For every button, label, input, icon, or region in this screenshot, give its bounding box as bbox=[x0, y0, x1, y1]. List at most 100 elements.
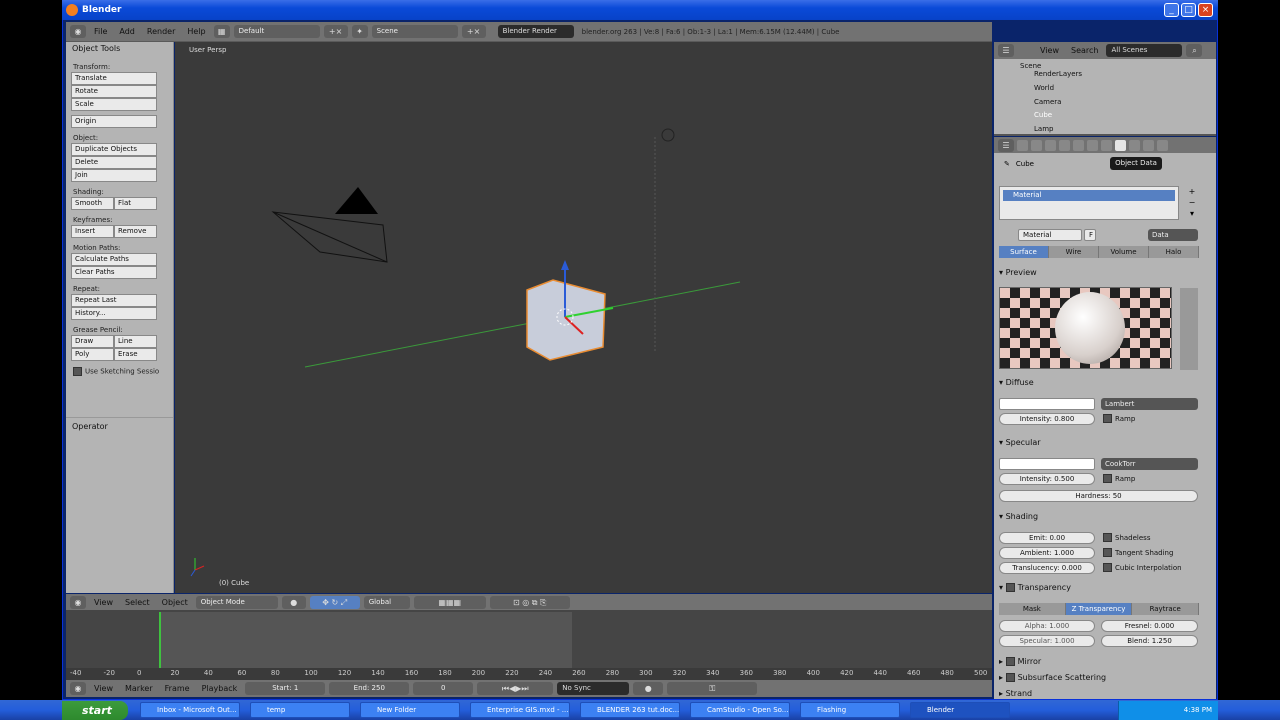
rotate-button[interactable]: Rotate bbox=[71, 85, 157, 98]
cubic-interpolation-checkbox[interactable]: Cubic Interpolation bbox=[1103, 563, 1182, 572]
outliner-menu-search[interactable]: Search bbox=[1067, 46, 1102, 55]
diffuse-shader-select[interactable]: Lambert bbox=[1101, 398, 1198, 410]
shading-select-icon[interactable]: ● bbox=[281, 595, 306, 609]
diffuse-panel-title[interactable]: ▾ Diffuse bbox=[999, 378, 1034, 387]
specular-ramp-checkbox[interactable]: Ramp bbox=[1103, 474, 1135, 483]
window-titlebar[interactable]: Blender bbox=[62, 0, 1218, 20]
tab-mask[interactable]: Mask bbox=[999, 603, 1066, 615]
outliner-editor-type-icon[interactable]: ☰ bbox=[998, 44, 1014, 57]
world-tab-icon[interactable] bbox=[1045, 139, 1056, 151]
layout-add-remove-icon[interactable]: +× bbox=[323, 25, 348, 38]
material-name-field[interactable]: Material bbox=[1018, 229, 1082, 241]
emit-field[interactable]: Emit: 0.00 bbox=[999, 532, 1095, 544]
task-enterprise-gis[interactable]: Enterprise GIS.mxd - ... bbox=[470, 702, 570, 718]
current-frame-field[interactable]: 0 bbox=[413, 682, 474, 695]
layers-grid-icon[interactable]: ▦▦▦ bbox=[413, 595, 486, 609]
minimize-icon[interactable]: _ bbox=[1164, 3, 1179, 17]
outliner-item-lamp[interactable]: Lamp bbox=[1034, 122, 1053, 135]
object-tab-icon[interactable] bbox=[1059, 139, 1070, 151]
current-frame-marker[interactable] bbox=[159, 612, 161, 670]
scene-add-remove-icon[interactable]: +× bbox=[461, 25, 486, 38]
material-tab-icon[interactable] bbox=[1115, 139, 1126, 151]
layout-select[interactable]: Default bbox=[233, 25, 320, 38]
diffuse-intensity-slider[interactable]: Intensity: 0.800 bbox=[999, 413, 1095, 425]
end-frame-field[interactable]: End: 250 bbox=[329, 682, 410, 695]
specular-panel-title[interactable]: ▾ Specular bbox=[999, 438, 1041, 447]
snap-tools-icons[interactable]: ⊡ ◎ ⧉ ⎘ bbox=[489, 595, 570, 609]
properties-editor-type-icon[interactable]: ☰ bbox=[998, 138, 1014, 152]
outliner-item-cube[interactable]: Cube bbox=[1034, 108, 1052, 121]
tool-shelf-title[interactable]: Object Tools bbox=[66, 42, 173, 55]
origin-button[interactable]: Origin bbox=[71, 115, 157, 128]
modifiers-tab-icon[interactable] bbox=[1087, 139, 1098, 151]
tab-surface[interactable]: Surface bbox=[999, 246, 1049, 258]
outliner-scope-select[interactable]: All Scenes bbox=[1106, 44, 1183, 57]
join-button[interactable]: Join bbox=[71, 169, 157, 182]
menu-select[interactable]: Select bbox=[121, 598, 154, 607]
shadeless-checkbox[interactable]: Shadeless bbox=[1103, 533, 1150, 542]
shading-panel-title[interactable]: ▾ Shading bbox=[999, 512, 1038, 521]
duplicate-objects-button[interactable]: Duplicate Objects bbox=[71, 143, 157, 156]
task-word-doc[interactable]: BLENDER 263 tut.doc... bbox=[580, 702, 680, 718]
start-frame-field[interactable]: Start: 1 bbox=[245, 682, 326, 695]
render-tab-icon[interactable] bbox=[1017, 139, 1028, 151]
timeline-menu-marker[interactable]: Marker bbox=[121, 684, 157, 693]
object-data-tab-icon[interactable] bbox=[1101, 139, 1112, 151]
clear-paths-button[interactable]: Clear Paths bbox=[71, 266, 157, 279]
outliner-item-renderlayers[interactable]: RenderLayers bbox=[1034, 67, 1082, 80]
3d-viewport[interactable]: User Persp (0) Cube bbox=[175, 42, 992, 593]
mode-select[interactable]: Object Mode bbox=[195, 595, 278, 609]
transparency-panel-title[interactable]: ▾ Transparency bbox=[999, 583, 1071, 592]
diffuse-color-swatch[interactable] bbox=[999, 398, 1095, 410]
task-flashing[interactable]: Flashing bbox=[800, 702, 900, 718]
task-outlook[interactable]: Inbox - Microsoft Out... bbox=[140, 702, 240, 718]
texture-tab-icon[interactable] bbox=[1129, 139, 1140, 151]
3d-editor-type-icon[interactable]: ◉ bbox=[70, 595, 86, 609]
menu-render[interactable]: Render bbox=[143, 27, 179, 36]
tab-raytrace[interactable]: Raytrace bbox=[1132, 603, 1200, 615]
blend-field[interactable]: Blend: 1.250 bbox=[1101, 635, 1198, 647]
scene-select[interactable]: Scene bbox=[371, 25, 458, 38]
pin-icon[interactable]: ✎ bbox=[1004, 160, 1010, 168]
scene-tab-icon[interactable] bbox=[1031, 139, 1042, 151]
timeline-editor[interactable]: -40 -20 0 20 40 60 80 100 120 140 160 180 200 220 240 2… bbox=[66, 610, 992, 680]
particles-tab-icon[interactable] bbox=[1143, 139, 1154, 151]
diffuse-ramp-checkbox[interactable]: Ramp bbox=[1103, 414, 1135, 423]
preview-type-buttons[interactable] bbox=[1180, 288, 1198, 370]
orientation-select[interactable]: Global bbox=[363, 595, 410, 609]
link-select[interactable]: Data bbox=[1148, 229, 1198, 241]
maximize-icon[interactable]: □ bbox=[1181, 3, 1196, 17]
menu-view[interactable]: View bbox=[90, 598, 117, 607]
menu-object[interactable]: Object bbox=[158, 598, 192, 607]
constraints-tab-icon[interactable] bbox=[1073, 139, 1084, 151]
timeline-menu-frame[interactable]: Frame bbox=[161, 684, 194, 693]
scale-button[interactable]: Scale bbox=[71, 98, 157, 111]
tangent-shading-checkbox[interactable]: Tangent Shading bbox=[1103, 548, 1173, 557]
preview-panel-title[interactable]: ▾ Preview bbox=[999, 268, 1037, 277]
poly-button[interactable]: Poly bbox=[71, 348, 114, 361]
sss-panel-title[interactable]: ▸ Subsurface Scattering bbox=[999, 673, 1106, 682]
outliner-search-icon[interactable]: ⌕ bbox=[1186, 44, 1203, 57]
outliner-menu-view[interactable]: View bbox=[1036, 46, 1063, 55]
repeat-last-button[interactable]: Repeat Last bbox=[71, 294, 157, 307]
erase-button[interactable]: Erase bbox=[114, 348, 157, 361]
draw-button[interactable]: Draw bbox=[71, 335, 114, 348]
insert-keyframe-button[interactable]: Insert bbox=[71, 225, 114, 238]
tab-z-transparency[interactable]: Z Transparency bbox=[1065, 603, 1133, 615]
task-new-folder[interactable]: New Folder bbox=[360, 702, 460, 718]
render-engine-select[interactable]: Blender Render bbox=[497, 25, 574, 38]
ambient-field[interactable]: Ambient: 1.000 bbox=[999, 547, 1095, 559]
specular-intensity-slider[interactable]: Intensity: 0.500 bbox=[999, 473, 1095, 485]
material-slot-list[interactable]: Material bbox=[999, 186, 1179, 220]
slot-add-remove-icons[interactable]: + − ▾ bbox=[1186, 186, 1198, 220]
editor-type-icon[interactable]: ◉ bbox=[70, 25, 86, 38]
playback-controls-icon[interactable]: ⏮◀▶⏭ bbox=[477, 682, 554, 695]
smooth-button[interactable]: Smooth bbox=[71, 197, 114, 210]
start-button[interactable]: start bbox=[62, 701, 128, 720]
translate-button[interactable]: Translate bbox=[71, 72, 157, 85]
sketching-checkbox[interactable] bbox=[73, 367, 82, 376]
record-icon[interactable]: ● bbox=[633, 682, 664, 695]
fresnel-field[interactable]: Fresnel: 0.000 bbox=[1101, 620, 1198, 632]
menu-help[interactable]: Help bbox=[183, 27, 209, 36]
remove-keyframe-button[interactable]: Remove bbox=[114, 225, 157, 238]
